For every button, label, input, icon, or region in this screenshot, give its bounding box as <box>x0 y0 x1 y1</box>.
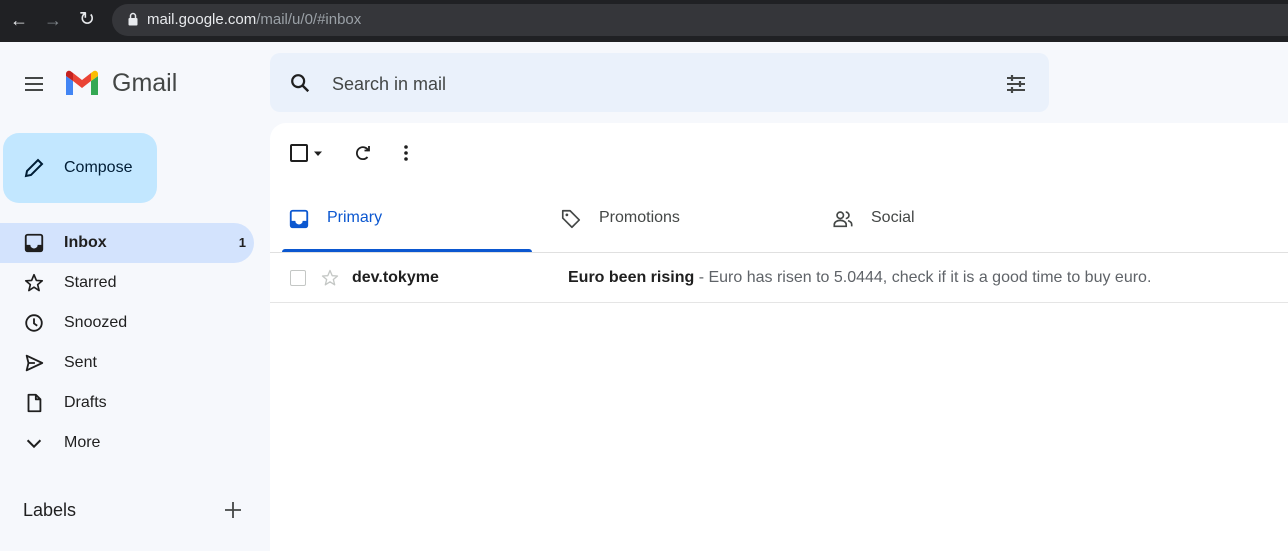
mail-list-panel <box>270 123 1288 551</box>
email-subject: Euro been rising <box>568 269 695 286</box>
labels-heading: Labels <box>23 500 77 520</box>
sidebar-item-label: Snoozed <box>64 314 128 331</box>
email-sender[interactable]: dev.tokyme <box>352 269 439 287</box>
send-icon <box>25 354 44 372</box>
chevron-down-icon <box>26 439 42 449</box>
main-menu-icon[interactable] <box>22 72 46 96</box>
star-icon <box>24 273 44 292</box>
tab-label: Social <box>871 209 915 226</box>
select-all-checkbox[interactable] <box>290 144 308 162</box>
url-host: mail.google.com <box>147 11 257 28</box>
star-icon[interactable] <box>320 268 340 288</box>
people-icon <box>833 211 853 228</box>
back-arrow-icon[interactable]: ← <box>8 9 30 31</box>
search-icon[interactable] <box>289 72 311 94</box>
gmail-wordmark[interactable]: Gmail <box>112 68 177 98</box>
search-options-icon[interactable] <box>1004 72 1028 96</box>
more-vert-icon[interactable] <box>396 143 416 163</box>
sidebar-item-label: Sent <box>64 354 97 371</box>
search-input[interactable] <box>332 72 932 96</box>
inbox-icon <box>24 233 44 253</box>
refresh-icon[interactable] <box>353 143 373 163</box>
email-checkbox[interactable] <box>290 270 306 286</box>
tab-label: Promotions <box>599 209 680 226</box>
tab-primary[interactable]: Primary <box>270 192 532 252</box>
email-separator: - <box>694 269 709 286</box>
unread-count: 1 <box>238 235 246 250</box>
gmail-logo-icon[interactable] <box>64 68 100 98</box>
url-path: /mail/u/0/#inbox <box>256 11 362 28</box>
compose-label: Compose <box>64 159 133 176</box>
lock-icon <box>128 12 138 26</box>
pencil-icon <box>24 158 44 178</box>
email-preview[interactable]: Euro been rising - Euro has risen to 5.0… <box>568 269 1151 287</box>
tab-label: Primary <box>327 209 383 226</box>
tag-icon <box>561 209 581 229</box>
sidebar-item-label: Inbox <box>64 234 107 251</box>
url-text[interactable]: mail.google.com/mail/u/0/#inbox <box>147 11 361 29</box>
draft-icon <box>27 393 42 413</box>
sidebar-item-label: More <box>64 434 101 451</box>
plus-icon[interactable] <box>222 499 244 521</box>
email-snippet: Euro has risen to 5.0444, check if it is… <box>708 269 1152 286</box>
active-tab-indicator <box>282 249 532 252</box>
sidebar-item-label: Drafts <box>64 394 107 411</box>
inbox-icon <box>289 209 309 229</box>
forward-arrow-icon[interactable]: → <box>42 9 64 31</box>
tab-social[interactable]: Social <box>814 192 1076 252</box>
sidebar-item-label: Starred <box>64 274 117 291</box>
caret-down-icon[interactable] <box>313 151 323 157</box>
tab-promotions[interactable]: Promotions <box>542 192 804 252</box>
reload-icon[interactable]: ↻ <box>76 9 98 31</box>
clock-icon <box>25 314 43 332</box>
